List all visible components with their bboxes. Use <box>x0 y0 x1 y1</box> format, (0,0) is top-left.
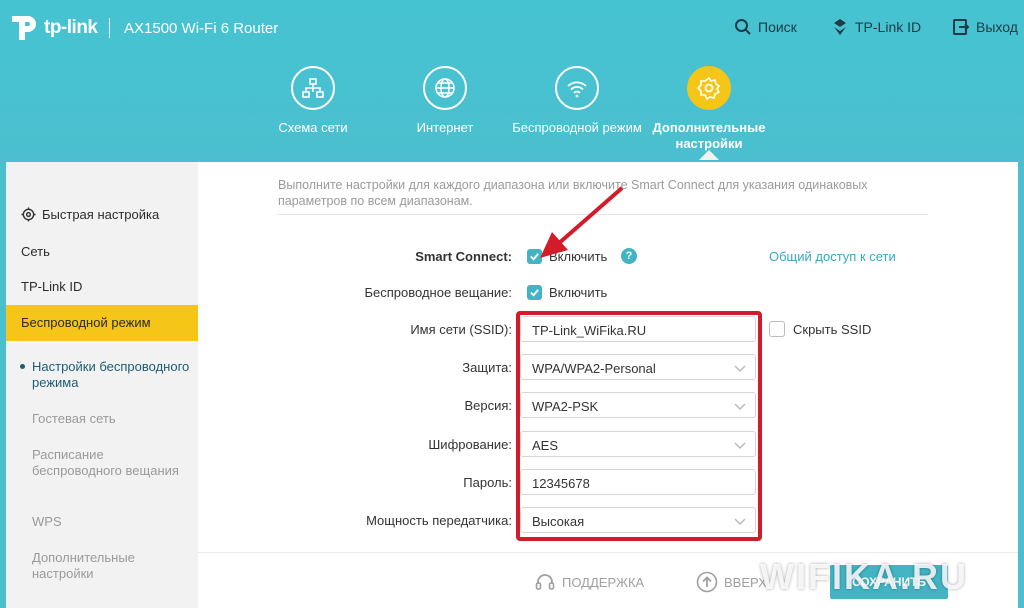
nav-internet-label: Интернет <box>416 120 474 135</box>
sidebar-item-label: Быстрая настройка <box>42 207 160 222</box>
header: tp-link AX1500 Wi-Fi 6 Router Поиск TP-L… <box>0 0 1024 162</box>
tplink-id-label: TP-Link ID <box>855 19 922 35</box>
headset-icon <box>535 574 555 590</box>
tp-link-logo[interactable]: tp-link <box>8 12 98 44</box>
globe-icon <box>423 66 467 110</box>
sidebar-item-network[interactable]: Сеть <box>21 244 50 259</box>
brand-name: tp-link <box>44 17 98 38</box>
hide-ssid-checkbox[interactable] <box>769 321 785 337</box>
sidebar-sub-wps[interactable]: WPS <box>32 514 192 530</box>
sidebar-sub-advanced[interactable]: Дополнительные настройки <box>32 550 192 582</box>
network-map-icon <box>291 66 335 110</box>
search-button[interactable]: Поиск <box>734 18 797 36</box>
tx-power-label: Мощность передатчика: <box>366 513 512 528</box>
smart-connect-label: Smart Connect: <box>415 249 512 264</box>
sidebar-item-quick-setup[interactable]: Быстрая настройка <box>21 207 159 222</box>
nav-wireless-label: Беспроводной режим <box>512 120 642 135</box>
sidebar-sub-wireless-settings[interactable]: Настройки беспроводного режима <box>32 359 192 391</box>
sidebar-item-wireless[interactable]: Беспроводной режим <box>6 305 198 341</box>
password-label: Пароль: <box>463 475 512 490</box>
check-icon <box>530 289 539 297</box>
sidebar-item-label: Беспроводной режим <box>21 315 151 330</box>
gear-icon <box>687 66 731 110</box>
nav-wireless[interactable]: Беспроводной режим <box>512 66 642 136</box>
sidebar: Быстрая настройка Сеть TP-Link ID Беспро… <box>6 162 198 608</box>
annotation-arrow-icon <box>540 186 624 258</box>
tp-link-logo-icon <box>12 16 36 40</box>
tplink-id-button[interactable]: TP-Link ID <box>831 18 921 36</box>
logout-label: Выход <box>976 19 1018 35</box>
model-separator <box>109 18 110 38</box>
logout-icon <box>953 19 970 35</box>
nav-advanced[interactable]: Дополнительные настройки <box>644 66 774 152</box>
broadcast-enable-label: Включить <box>549 285 608 300</box>
active-nav-caret <box>699 150 719 160</box>
nav-internet[interactable]: Интернет <box>380 66 510 136</box>
nav-network-map-label: Схема сети <box>278 120 348 135</box>
nav-network-map[interactable]: Схема сети <box>248 66 378 136</box>
wifi-icon <box>555 66 599 110</box>
search-icon <box>735 19 751 35</box>
gear-icon <box>21 207 36 222</box>
logout-button[interactable]: Выход <box>952 18 1018 36</box>
support-label: ПОДДЕРЖКА <box>562 574 645 590</box>
security-label: Защита: <box>462 360 512 375</box>
broadcast-label: Беспроводное вещание: <box>364 285 512 300</box>
annotation-highlight-box <box>516 311 762 541</box>
sidebar-sub-guest-network[interactable]: Гостевая сеть <box>32 411 192 427</box>
router-model: AX1500 Wi-Fi 6 Router <box>124 20 279 37</box>
tplink-id-icon <box>834 19 846 35</box>
nav-advanced-label: Дополнительные настройки <box>652 120 766 151</box>
sidebar-item-tplink-id[interactable]: TP-Link ID <box>21 279 82 294</box>
hide-ssid-label: Скрыть SSID <box>793 322 872 337</box>
arrow-up-icon <box>696 571 718 593</box>
current-bullet <box>20 364 25 369</box>
watermark-text: WIFIKA.RU <box>760 556 968 597</box>
encryption-label: Шифрование: <box>428 437 512 452</box>
support-button[interactable]: ПОДДЕРЖКА <box>534 571 644 593</box>
version-label: Версия: <box>464 398 512 413</box>
search-label: Поиск <box>758 19 797 35</box>
sidebar-sub-schedule[interactable]: Расписание беспроводного вещания <box>32 447 192 479</box>
share-network-link[interactable]: Общий доступ к сети <box>769 249 896 264</box>
broadcast-checkbox[interactable] <box>527 285 542 300</box>
scroll-up-button[interactable]: ВВЕРХ <box>696 571 767 593</box>
ssid-label: Имя сети (SSID): <box>410 322 512 337</box>
